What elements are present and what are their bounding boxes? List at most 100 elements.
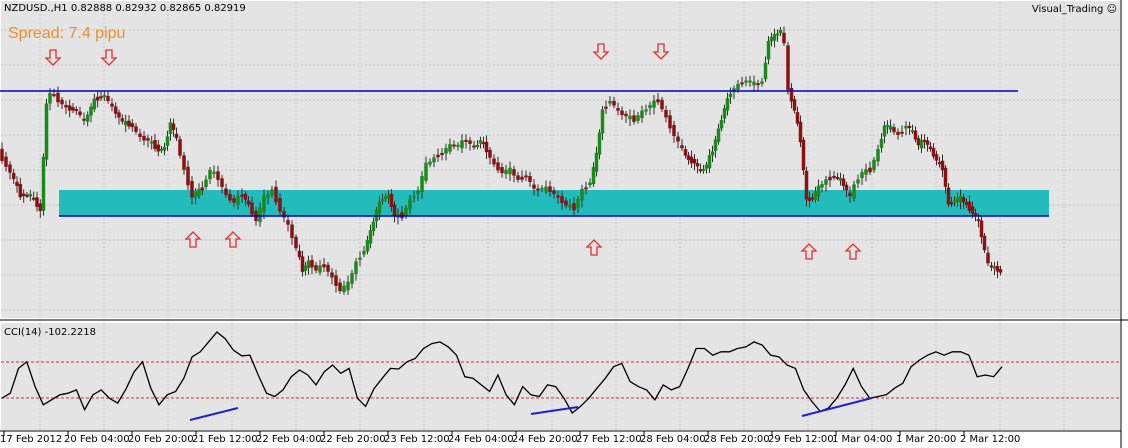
candle-body bbox=[907, 125, 912, 128]
candle-body bbox=[813, 191, 818, 201]
candle-body bbox=[760, 81, 764, 84]
candle-body bbox=[804, 170, 809, 200]
candle-body bbox=[318, 265, 322, 273]
candle-body bbox=[174, 133, 179, 139]
candle-body bbox=[110, 103, 114, 107]
candle-body bbox=[728, 93, 733, 98]
candle-body bbox=[564, 200, 568, 206]
candle-body bbox=[640, 110, 644, 119]
time-tick-label: 28 Feb 04:00 bbox=[640, 434, 706, 445]
candle-body bbox=[95, 96, 100, 101]
candle-body bbox=[967, 201, 972, 211]
time-tick-label: 29 Feb 12:00 bbox=[768, 434, 834, 445]
candle-body bbox=[15, 181, 19, 186]
candle-body bbox=[608, 100, 612, 104]
candle-body bbox=[460, 140, 464, 149]
candle-body bbox=[452, 144, 456, 147]
candle-body bbox=[820, 184, 824, 188]
candle-body bbox=[286, 220, 290, 225]
candle-body bbox=[710, 151, 715, 156]
candle-body bbox=[377, 201, 382, 214]
candle-body bbox=[707, 155, 712, 169]
candle-body bbox=[604, 106, 608, 109]
candle-body bbox=[736, 83, 740, 90]
candle-body bbox=[368, 230, 373, 244]
time-tick-label: 17 Feb 2012 bbox=[0, 434, 62, 445]
candle-body bbox=[961, 197, 966, 203]
time-tick-label: 22 Feb 04:00 bbox=[256, 434, 322, 445]
candle-body bbox=[310, 259, 314, 268]
candle-body bbox=[816, 185, 821, 197]
candle-body bbox=[838, 178, 843, 181]
time-tick-label: 1 Mar 04:00 bbox=[832, 434, 892, 445]
candle-body bbox=[844, 184, 849, 191]
time-tick-label: 27 Feb 12:00 bbox=[576, 434, 642, 445]
candle-body bbox=[156, 144, 161, 152]
candle-body bbox=[979, 220, 984, 238]
candle-body bbox=[117, 112, 121, 118]
candle-body bbox=[290, 224, 294, 239]
candle-body bbox=[668, 115, 672, 129]
candle-body bbox=[113, 106, 118, 114]
cci-label: CCI(14) -102.2218 bbox=[4, 327, 96, 338]
candle-body bbox=[334, 275, 338, 286]
candle-body bbox=[763, 62, 768, 80]
candle-body bbox=[424, 162, 428, 181]
candle-body bbox=[683, 149, 688, 156]
chart-canvas[interactable]: NZDUSD.,H1 0.82888 0.82932 0.82865 0.829… bbox=[0, 0, 1128, 448]
candle-body bbox=[11, 172, 16, 180]
candle-body bbox=[130, 123, 135, 128]
candle-body bbox=[660, 99, 664, 110]
candle-body bbox=[801, 139, 806, 171]
candle-body bbox=[508, 167, 512, 175]
candle-body bbox=[591, 167, 596, 185]
candle-body bbox=[250, 202, 254, 215]
candle-body bbox=[584, 187, 588, 190]
candle-body bbox=[528, 175, 532, 182]
candle-body bbox=[664, 109, 668, 118]
candle-body bbox=[612, 100, 616, 106]
candle-body bbox=[468, 140, 472, 144]
candle-body bbox=[153, 140, 157, 149]
time-tick-label: 28 Feb 20:00 bbox=[704, 434, 770, 445]
candle-body bbox=[778, 29, 783, 34]
candle-body bbox=[798, 121, 803, 143]
candle-body bbox=[620, 110, 624, 116]
time-tick-label: 2 Mar 12:00 bbox=[960, 434, 1020, 445]
candle-body bbox=[464, 139, 468, 142]
candle-body bbox=[686, 155, 691, 160]
candle-body bbox=[856, 179, 860, 184]
candle-body bbox=[278, 197, 282, 212]
candle-body bbox=[775, 33, 780, 36]
candle-body bbox=[64, 104, 68, 108]
candle-body bbox=[314, 265, 318, 271]
candle-body bbox=[512, 169, 516, 176]
candle-body bbox=[892, 127, 896, 133]
candle-body bbox=[297, 250, 302, 258]
candle-body bbox=[949, 202, 954, 205]
candle-body bbox=[204, 179, 208, 188]
candle-body bbox=[404, 207, 408, 217]
candle-body bbox=[882, 125, 887, 137]
candle-body bbox=[246, 200, 251, 205]
candle-body bbox=[35, 197, 39, 207]
candle-body bbox=[789, 87, 794, 102]
candle-body bbox=[165, 136, 170, 146]
candle-body bbox=[197, 188, 201, 196]
price-panel[interactable] bbox=[1, 1, 1120, 318]
candle-body bbox=[74, 109, 79, 112]
candle-body bbox=[52, 94, 56, 97]
candle-body bbox=[408, 198, 412, 210]
candle-body bbox=[416, 190, 420, 195]
candle-body bbox=[232, 198, 236, 203]
indicator-panel[interactable] bbox=[1, 323, 1120, 430]
candle-body bbox=[904, 125, 908, 129]
candle-body bbox=[616, 108, 620, 111]
candle-body bbox=[594, 152, 599, 172]
candle-body bbox=[350, 273, 354, 284]
candle-body bbox=[704, 164, 709, 169]
candle-body bbox=[648, 105, 652, 109]
candle-body bbox=[872, 159, 876, 171]
candle-body bbox=[864, 169, 868, 175]
candle-body bbox=[120, 118, 125, 122]
